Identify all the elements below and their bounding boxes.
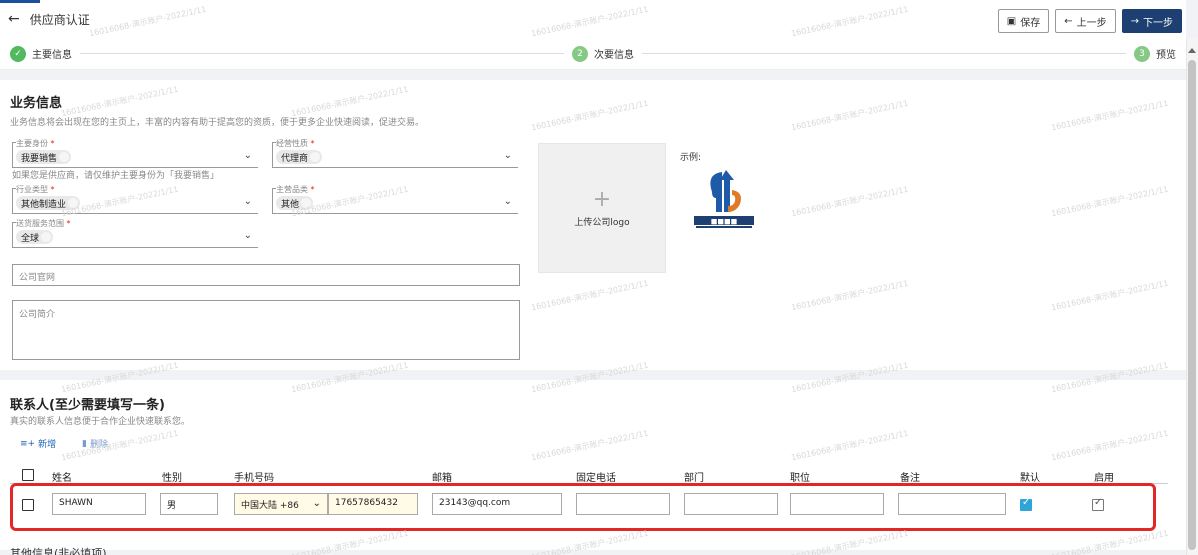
chevron-down-icon: ⌄ <box>243 230 252 241</box>
field-label: 送货服务范围 * <box>16 218 71 229</box>
step-label: 次要信息 <box>594 50 634 61</box>
required-mark: * <box>310 185 315 194</box>
upload-logo-box[interactable]: + 上传公司logo <box>538 143 666 273</box>
intro-placeholder: 公司简介 <box>19 310 56 320</box>
column-header: 备注 <box>900 473 920 484</box>
svg-text:■■■■: ■■■■ <box>711 218 737 226</box>
field-label: 主要身份 * <box>16 138 55 149</box>
select-all-checkbox[interactable] <box>22 469 34 481</box>
step-label: 主要信息 <box>32 50 72 61</box>
business-nature-select[interactable]: 经营性质 * 代理商 ⌄ <box>272 138 518 168</box>
contacts-section-description: 真实的联系人信息便于合作企业快速联系您。 <box>10 417 191 427</box>
highlight-annotation-box <box>10 483 1156 531</box>
selected-tag[interactable]: 全球 <box>16 230 54 244</box>
step-main-info[interactable]: ✓ 主要信息 <box>10 45 72 62</box>
header-actions: ▣ 保存 ← 上一步 → 下一步 <box>997 9 1182 33</box>
column-header: 启用 <box>1094 473 1114 484</box>
step-label: 预览 <box>1156 50 1176 61</box>
company-intro-textarea[interactable]: 公司简介 <box>12 300 520 360</box>
chevron-down-icon: ⌄ <box>243 150 252 161</box>
column-header: 姓名 <box>52 473 72 484</box>
selected-tag[interactable]: 其他 <box>276 196 314 210</box>
save-icon: ▣ <box>1006 15 1017 27</box>
back-arrow-icon[interactable]: ← <box>8 11 20 27</box>
selected-tag[interactable]: 我要销售 <box>16 150 72 164</box>
column-header: 固定电话 <box>576 473 616 484</box>
add-contact-label: 新增 <box>38 440 57 450</box>
required-mark: * <box>50 139 55 148</box>
required-mark: * <box>66 219 71 228</box>
example-label: 示例: <box>680 153 702 163</box>
save-label: 保存 <box>1020 17 1041 29</box>
step-secondary-info[interactable]: 2 次要信息 <box>572 45 634 62</box>
field-label: 行业类型 * <box>16 184 55 195</box>
header-accent-line <box>0 0 40 3</box>
column-header: 默认 <box>1020 473 1040 484</box>
chevron-down-icon: ⌄ <box>503 196 512 207</box>
step-connector <box>642 53 1126 54</box>
arrow-right-icon: → <box>1130 15 1139 27</box>
plus-icon: + <box>592 186 612 212</box>
field-label: 主营品类 * <box>276 184 315 195</box>
column-header: 部门 <box>684 473 704 484</box>
contacts-section-title: 联系人(至少需要填写一条) <box>10 398 165 413</box>
industry-type-label: 行业类型 <box>16 185 48 194</box>
upload-logo-label: 上传公司logo <box>574 217 630 228</box>
add-contact-button[interactable]: ≡+ 新增 <box>20 437 57 451</box>
page-title: 供应商认证 <box>29 12 90 27</box>
main-products-select[interactable]: 主营品类 * 其他 ⌄ <box>272 184 518 214</box>
required-mark: * <box>310 139 315 148</box>
delete-contact-label: 删除 <box>89 440 108 450</box>
business-nature-label: 经营性质 <box>276 139 308 148</box>
scroll-up-icon[interactable] <box>1188 48 1196 53</box>
selected-tag[interactable]: 代理商 <box>276 150 323 164</box>
main-identity-label: 主要身份 <box>16 139 48 148</box>
column-header: 手机号码 <box>234 473 274 484</box>
previous-step-label: 上一步 <box>1076 17 1107 29</box>
step-number-badge: 2 <box>572 45 588 62</box>
service-scope-select[interactable]: 送货服务范围 * 全球 ⌄ <box>12 218 258 248</box>
step-number-badge: 3 <box>1134 45 1150 62</box>
step-connector <box>80 53 564 54</box>
next-step-label: 下一步 <box>1143 17 1173 29</box>
field-label: 经营性质 * <box>276 138 315 149</box>
main-products-label: 主营品类 <box>276 185 308 194</box>
identity-hint-text: 如果您是供应商，请仅维护主要身份为「我要销售」 <box>12 171 220 181</box>
progress-stepper: ✓ 主要信息 2 次要信息 3 预览 <box>0 38 1186 70</box>
column-header: 邮箱 <box>432 473 452 484</box>
main-identity-select[interactable]: 主要身份 * 我要销售 ⌄ <box>12 138 258 168</box>
next-step-button[interactable]: → 下一步 <box>1121 9 1182 33</box>
selected-tag[interactable]: 其他制造业 <box>16 196 81 210</box>
delete-contact-button[interactable]: ▮ 删除 <box>82 437 108 451</box>
arrow-left-icon: ← <box>1064 15 1073 27</box>
column-header: 职位 <box>790 473 810 484</box>
business-section-description: 业务信息将会出现在您的主页上，丰富的内容有助于提高您的资质，便于更多企业快速阅读… <box>10 118 425 128</box>
step-done-icon: ✓ <box>10 45 26 62</box>
add-list-icon: ≡+ <box>20 438 36 449</box>
service-scope-label: 送货服务范围 <box>16 219 64 228</box>
example-company-logo: ■■■■ <box>694 170 754 228</box>
top-bar: ← 供应商认证 ▣ 保存 ← 上一步 → 下一步 <box>0 0 1186 38</box>
website-placeholder: 公司官网 <box>19 273 56 283</box>
business-section-title: 业务信息 <box>10 96 63 111</box>
industry-type-select[interactable]: 行业类型 * 其他制造业 ⌄ <box>12 184 258 214</box>
chevron-down-icon: ⌄ <box>243 196 252 207</box>
required-mark: * <box>50 185 55 194</box>
column-header: 性别 <box>162 473 182 484</box>
other-info-section-title: 其他信息(非必填项) <box>10 547 107 555</box>
chevron-down-icon: ⌄ <box>503 150 512 161</box>
company-website-input[interactable]: 公司官网 <box>12 264 520 286</box>
scrollbar-thumb[interactable] <box>1188 60 1196 550</box>
contacts-table-header: 姓名 性别 手机号码 邮箱 固定电话 部门 职位 备注 默认 启用 <box>10 466 1168 484</box>
previous-step-button[interactable]: ← 上一步 <box>1055 9 1116 33</box>
step-preview[interactable]: 3 预览 <box>1134 45 1176 62</box>
trash-icon: ▮ <box>82 438 87 449</box>
save-button[interactable]: ▣ 保存 <box>997 9 1050 33</box>
